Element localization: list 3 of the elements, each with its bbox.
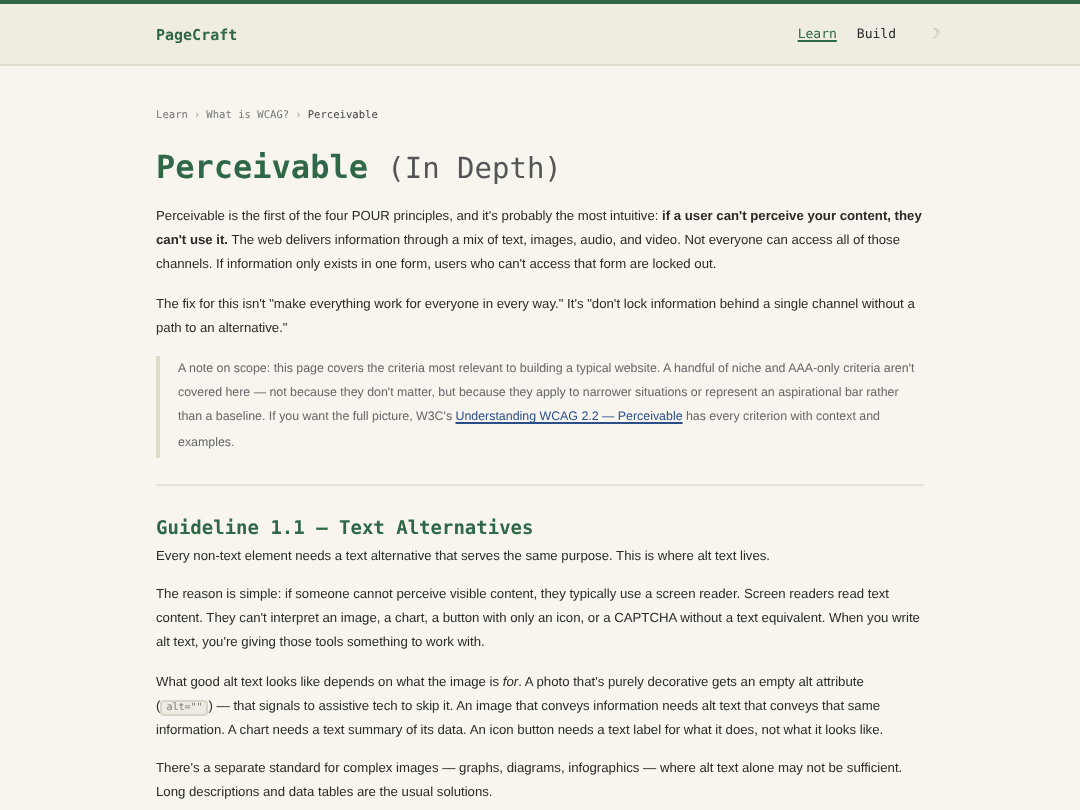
section-heading: Guideline 1.1 — Text Alternatives: [156, 517, 536, 540]
page-subtitle: (In Depth): [387, 154, 562, 186]
page-title: Perceivable: [156, 148, 368, 186]
